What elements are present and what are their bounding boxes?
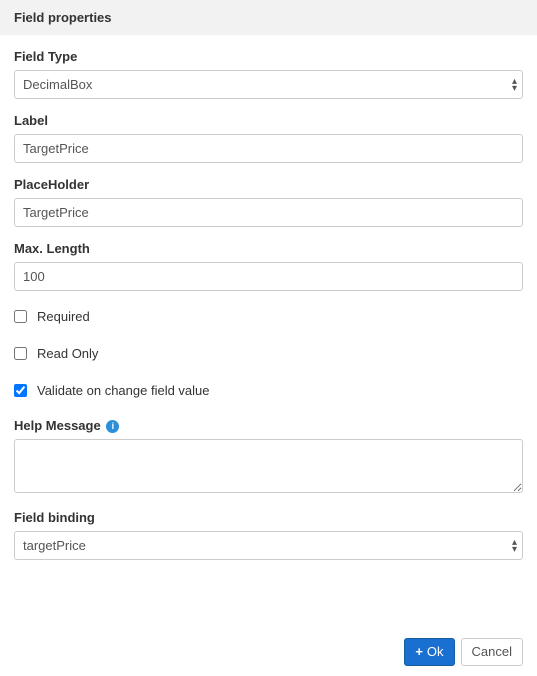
- helpmessage-textarea[interactable]: [14, 439, 523, 493]
- fieldbinding-label: Field binding: [14, 510, 523, 525]
- field-type-select[interactable]: DecimalBox: [14, 70, 523, 99]
- validate-row: Validate on change field value: [14, 383, 523, 398]
- readonly-row: Read Only: [14, 346, 523, 361]
- field-type-label: Field Type: [14, 49, 523, 64]
- placeholder-label: PlaceHolder: [14, 177, 523, 192]
- fieldbinding-select[interactable]: targetPrice: [14, 531, 523, 560]
- ok-button[interactable]: + Ok: [404, 638, 454, 666]
- required-checkbox[interactable]: [14, 310, 27, 323]
- cancel-button[interactable]: Cancel: [461, 638, 523, 666]
- required-label[interactable]: Required: [37, 309, 90, 324]
- maxlength-group: Max. Length: [14, 241, 523, 291]
- readonly-label[interactable]: Read Only: [37, 346, 98, 361]
- placeholder-input[interactable]: [14, 198, 523, 227]
- dialog-header: Field properties: [0, 0, 537, 35]
- validate-label[interactable]: Validate on change field value: [37, 383, 210, 398]
- fieldbinding-group: Field binding targetPrice ▴▾: [14, 510, 523, 560]
- spacer: [14, 574, 523, 614]
- placeholder-group: PlaceHolder: [14, 177, 523, 227]
- dialog-footer: + Ok Cancel: [0, 628, 537, 676]
- checkbox-section: Required Read Only Validate on change fi…: [14, 309, 523, 398]
- maxlength-input[interactable]: [14, 262, 523, 291]
- field-type-group: Field Type DecimalBox ▴▾: [14, 49, 523, 99]
- validate-checkbox[interactable]: [14, 384, 27, 397]
- helpmessage-label: Help Message i: [14, 418, 523, 433]
- helpmessage-group: Help Message i: [14, 418, 523, 496]
- dialog-title: Field properties: [14, 10, 112, 25]
- maxlength-label: Max. Length: [14, 241, 523, 256]
- readonly-checkbox[interactable]: [14, 347, 27, 360]
- label-label: Label: [14, 113, 523, 128]
- plus-icon: +: [415, 645, 423, 658]
- label-group: Label: [14, 113, 523, 163]
- required-row: Required: [14, 309, 523, 324]
- dialog-content: Field Type DecimalBox ▴▾ Label PlaceHold…: [0, 35, 537, 628]
- label-input[interactable]: [14, 134, 523, 163]
- info-icon[interactable]: i: [106, 420, 119, 433]
